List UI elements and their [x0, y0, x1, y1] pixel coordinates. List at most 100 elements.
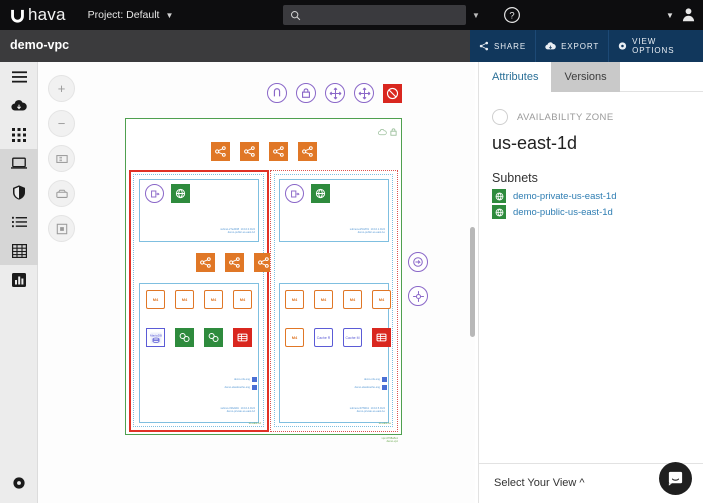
elb-6[interactable]	[225, 253, 244, 272]
select-your-view-button[interactable]: Select Your View ^	[494, 477, 585, 489]
reports-chart-icon	[12, 272, 26, 287]
environments-icon	[11, 157, 27, 169]
subnet-link-private[interactable]: demo-private-us-east-1d	[513, 191, 617, 202]
elb-1[interactable]	[211, 142, 230, 161]
sidebar-item-apps[interactable]	[0, 120, 38, 149]
action-bar: SHARE EXPORT VIEW OPTIONS	[470, 30, 703, 62]
list-item[interactable]: demo-private-us-east-1d	[492, 189, 703, 203]
elb-5[interactable]	[196, 253, 215, 272]
sidebar-item-reports[interactable]	[0, 265, 38, 294]
ec2-instance-1d-3[interactable]: M4	[204, 290, 223, 309]
elasticache-subnet-group-label-1e: demo-elasticache-sng	[354, 386, 380, 389]
nat-gateway-icon[interactable]	[408, 252, 428, 272]
elasticache-redis-icon[interactable]: Cache R	[314, 328, 333, 347]
elasticache-memcached-icon[interactable]: Cache M	[343, 328, 362, 347]
availability-zone-icon	[492, 109, 508, 125]
search-scope-chevron-down-icon[interactable]: ▼	[472, 11, 480, 20]
internet-gateway-icon[interactable]	[267, 83, 287, 103]
elasticache-node-icon-2[interactable]	[204, 328, 223, 347]
app-logo[interactable]: hava	[9, 5, 66, 25]
tab-attributes[interactable]: Attributes	[479, 62, 552, 92]
help-button[interactable]: ?	[503, 6, 521, 29]
chevron-down-icon: ▼	[165, 10, 174, 20]
subnet-link-public[interactable]: demo-public-us-east-1d	[513, 207, 613, 218]
apps-grid-icon	[12, 127, 26, 142]
svg-text:MariaDB: MariaDB	[149, 333, 161, 337]
private-subnet-label-1e: subnet-c47f9bb1 10.10.5.0/24 demo-privat…	[349, 407, 385, 414]
ec2-instance-1d-2[interactable]: M4	[175, 290, 194, 309]
cloud-import-icon	[11, 100, 27, 111]
account-chevron-down-icon[interactable]: ▼	[666, 11, 674, 20]
user-avatar-icon	[682, 8, 695, 22]
list-item[interactable]: demo-public-us-east-1d	[492, 205, 703, 219]
route-propagation-icon[interactable]	[408, 286, 428, 306]
cloud-download-icon	[545, 42, 556, 50]
vpc-lock-icon	[390, 123, 397, 141]
project-selector[interactable]: Project: Default ▼	[88, 9, 174, 21]
mariadb-rds-icon[interactable]: MariaDB	[146, 328, 165, 347]
rds-database-icon-1e[interactable]	[372, 328, 391, 347]
share-icon	[479, 41, 489, 51]
subnet-icon-public-1d[interactable]	[171, 184, 190, 203]
svg-text:?: ?	[509, 11, 514, 22]
search-box[interactable]	[283, 5, 466, 25]
ec2-instance-1d-4[interactable]: M4	[233, 290, 252, 309]
security-shield-icon	[13, 185, 25, 200]
sidebar-item-menu[interactable]	[0, 62, 38, 91]
share-label: SHARE	[494, 41, 527, 51]
elb-2[interactable]	[240, 142, 259, 161]
ec2-instance-1e-1[interactable]: M4	[285, 290, 304, 309]
project-label: Project: Default	[87, 9, 160, 21]
route-table-icon[interactable]	[325, 83, 345, 103]
avatar[interactable]	[680, 6, 697, 28]
sidebar-item-security[interactable]	[0, 178, 38, 207]
tab-versions[interactable]: Versions	[551, 62, 620, 92]
ec2-instance-1e-3[interactable]: M4	[343, 290, 362, 309]
subnet-icon	[492, 189, 506, 203]
vpn-gateway-icon[interactable]	[296, 83, 316, 103]
subnet-group-icon-rds-1e[interactable]	[382, 377, 387, 382]
ec2-instance-1e-2[interactable]: M4	[314, 290, 333, 309]
public-route-table-icon-1d[interactable]	[145, 184, 164, 203]
rds-database-icon-1d[interactable]	[233, 328, 252, 347]
subnet-icon-public-1e[interactable]	[311, 184, 330, 203]
gear-icon	[13, 476, 25, 489]
details-panel: Attributes Versions AVAILABILITY ZONE us…	[478, 62, 703, 503]
network-acl-icon[interactable]	[383, 84, 402, 103]
public-subnet-label-1e: subnet-e25c2f01 10.10.1.0/24 demo-public…	[349, 228, 385, 235]
sidebar-item-import[interactable]	[0, 91, 38, 120]
panel-tabs: Attributes Versions	[479, 62, 703, 92]
elb-4[interactable]	[298, 142, 317, 161]
ec2-instance-1e-5[interactable]: M4	[285, 328, 304, 347]
public-route-table-icon-1e[interactable]	[285, 184, 304, 203]
subnet-group-icon-rds-1d[interactable]	[252, 377, 257, 382]
table-grid-icon	[11, 243, 27, 258]
subnet-group-icon-cache-1e[interactable]	[382, 385, 387, 390]
resource-name: us-east-1d	[492, 133, 578, 153]
view-options-button[interactable]: VIEW OPTIONS	[609, 30, 703, 62]
intercom-chat-icon	[668, 471, 683, 486]
top-bar: hava Project: Default ▼ ▼ ? ▼	[0, 0, 703, 30]
route-table-icon-2[interactable]	[354, 83, 374, 103]
az-label-1e: us-east-1e	[378, 422, 391, 425]
rds-subnet-group-label-1d: demo-rds-sng	[233, 378, 250, 381]
elasticache-subnet-group-label-1d: demo-elasticache-sng	[224, 386, 250, 389]
private-subnet-label-1d: subnet-33bdd0c 10.10.4.0/24 demo-private…	[220, 407, 256, 414]
subnet-icon	[492, 205, 506, 219]
az-label-1d: us-east-1d	[248, 422, 261, 425]
sidebar-item-table[interactable]	[0, 236, 38, 265]
diagram-canvas[interactable]: + − subnet-27ed008 10.10.0.0/24 demo-pub…	[38, 62, 475, 503]
page-title: demo-vpc	[10, 38, 70, 52]
search-input[interactable]	[306, 9, 466, 21]
subnet-group-icon-cache-1d[interactable]	[252, 385, 257, 390]
intercom-chat-button[interactable]	[659, 462, 692, 495]
ec2-instance-1e-4[interactable]: M4	[372, 290, 391, 309]
sidebar-item-settings[interactable]	[0, 468, 38, 497]
elasticache-node-icon[interactable]	[175, 328, 194, 347]
sidebar-item-list[interactable]	[0, 207, 38, 236]
export-button[interactable]: EXPORT	[536, 30, 610, 62]
elb-3[interactable]	[269, 142, 288, 161]
ec2-instance-1d-1[interactable]: M4	[146, 290, 165, 309]
share-button[interactable]: SHARE	[470, 30, 537, 62]
sidebar-item-environments[interactable]	[0, 149, 38, 178]
